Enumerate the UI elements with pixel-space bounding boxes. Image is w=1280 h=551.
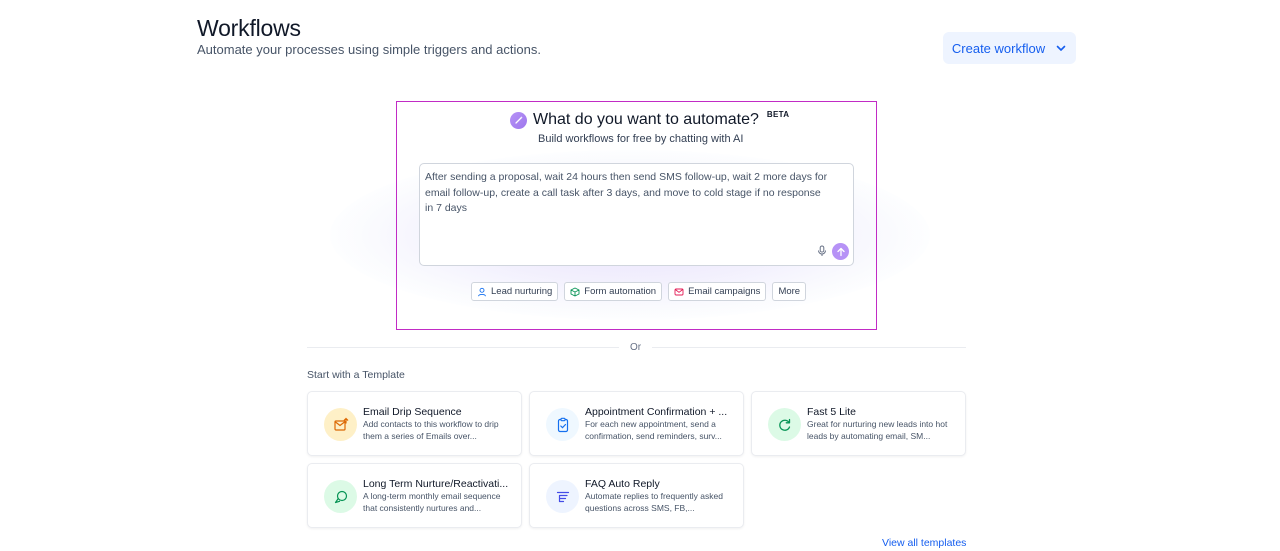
chip-lead-nurturing[interactable]: Lead nurturing xyxy=(471,282,559,301)
mail-icon xyxy=(674,288,684,295)
card-title: Email Drip Sequence xyxy=(363,406,462,418)
divider-text: Or xyxy=(630,342,642,353)
text-align-icon xyxy=(546,480,579,513)
send-button[interactable] xyxy=(832,243,849,260)
card-title: FAQ Auto Reply xyxy=(585,478,660,490)
divider-left xyxy=(307,347,619,348)
beta-badge: BETA xyxy=(766,109,790,119)
email-upload-icon xyxy=(324,408,357,441)
template-card-email-drip[interactable]: Email Drip Sequence Add contacts to this… xyxy=(307,391,522,456)
create-workflow-button[interactable]: Create workflow xyxy=(943,32,1076,64)
template-card-faq-auto-reply[interactable]: FAQ Auto Reply Automate replies to frequ… xyxy=(529,463,744,528)
arrow-up-icon xyxy=(836,247,845,256)
refresh-icon xyxy=(768,408,801,441)
box-icon xyxy=(570,287,580,296)
chip-email-campaigns[interactable]: Email campaigns xyxy=(668,282,767,301)
user-icon xyxy=(478,287,486,296)
chip-label: Form automation xyxy=(584,286,657,297)
ai-prompt-text[interactable]: After sending a proposal, wait 24 hours … xyxy=(425,170,830,217)
ai-question: What do you want to automate? xyxy=(533,111,759,128)
card-title: Fast 5 Lite xyxy=(807,406,857,418)
card-description: Automate replies to frequently asked que… xyxy=(585,491,723,513)
template-card-fast-5-lite[interactable]: Fast 5 Lite Great for nurturing new lead… xyxy=(751,391,966,456)
divider-right xyxy=(652,347,966,348)
clipboard-check-icon xyxy=(546,408,579,441)
ai-heading: What do you want to automate? BETA xyxy=(510,109,790,129)
create-workflow-label: Create workflow xyxy=(951,40,1046,56)
view-all-templates-link[interactable]: View all templates xyxy=(882,537,966,549)
card-description: For each new appointment, send a confirm… xyxy=(585,419,722,441)
chip-more[interactable]: More xyxy=(772,282,807,301)
card-title: Long Term Nurture/Reactivati... xyxy=(363,478,509,490)
card-description: A long-term monthly email sequence that … xyxy=(363,491,501,513)
chat-bubbles-icon xyxy=(324,480,357,513)
microphone-icon[interactable] xyxy=(816,245,828,257)
chip-label: Lead nurturing xyxy=(491,286,553,297)
template-card-appointment[interactable]: Appointment Confirmation + ... For each … xyxy=(529,391,744,456)
templates-section-label: Start with a Template xyxy=(307,369,405,381)
card-description: Add contacts to this workflow to drip th… xyxy=(363,419,499,441)
card-description: Great for nurturing new leads into hot l… xyxy=(807,419,948,441)
template-card-long-term-nurture[interactable]: Long Term Nurture/Reactivati... A long-t… xyxy=(307,463,522,528)
magic-wand-icon xyxy=(510,111,527,129)
chip-form-automation[interactable]: Form automation xyxy=(564,282,663,301)
ai-subtitle: Build workflows for free by chatting wit… xyxy=(538,133,744,145)
card-title: Appointment Confirmation + ... xyxy=(585,406,728,418)
chip-label: More xyxy=(778,286,801,297)
chip-label: Email campaigns xyxy=(688,286,761,297)
page-title: Workflows xyxy=(197,15,301,41)
workflows-page: Workflows Automate your processes using … xyxy=(0,0,1280,551)
chevron-down-icon xyxy=(1056,45,1066,51)
suggestion-chips: Lead nurturing Form automation Email cam… xyxy=(471,282,807,301)
page-subtitle: Automate your processes using simple tri… xyxy=(197,42,541,57)
ai-prompt-input[interactable]: After sending a proposal, wait 24 hours … xyxy=(419,163,854,266)
